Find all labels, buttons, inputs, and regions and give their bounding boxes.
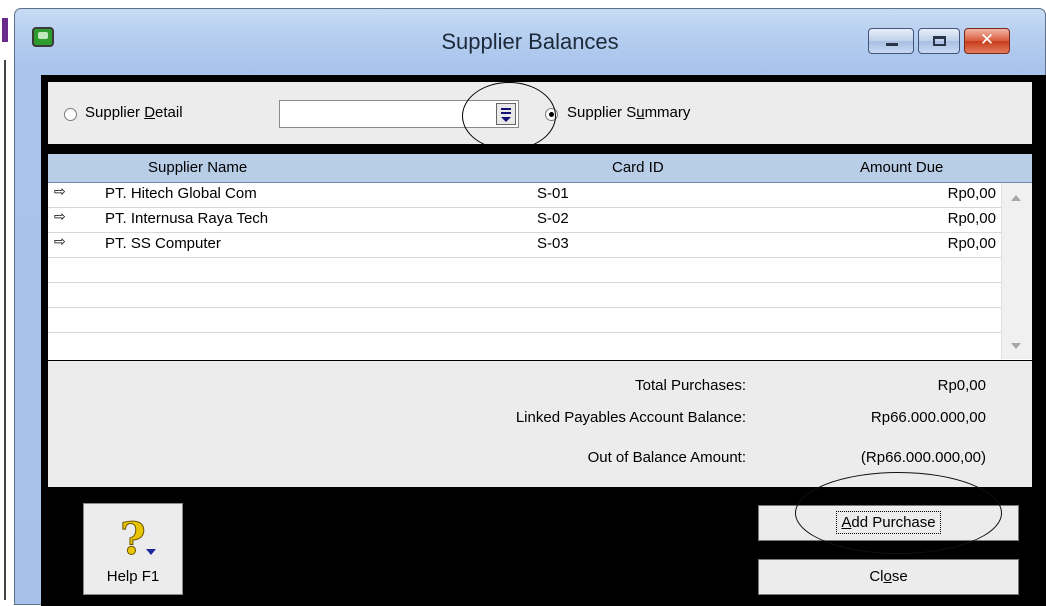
total-purchases-label: Total Purchases: xyxy=(635,377,746,394)
card-id: S-02 xyxy=(537,210,569,227)
column-header-card-id[interactable]: Card ID xyxy=(612,159,664,176)
minimize-button[interactable] xyxy=(868,28,914,54)
supplier-table: Supplier Name Card ID Amount Due ⇨ PT. H… xyxy=(48,154,1032,360)
label-part: mmary xyxy=(644,104,691,121)
table-row-empty xyxy=(48,283,1002,308)
supplier-name: PT. SS Computer xyxy=(105,235,221,252)
table-row[interactable]: ⇨ PT. Internusa Raya Tech S-02 Rp0,00 xyxy=(48,208,1002,233)
total-purchases-value: Rp0,00 xyxy=(937,377,986,394)
close-window-button[interactable]: ✕ xyxy=(964,28,1010,54)
table-row[interactable]: ⇨ PT. Hitech Global Com S-01 Rp0,00 xyxy=(48,183,1002,208)
column-header-amount-due[interactable]: Amount Due xyxy=(860,159,943,176)
supplier-balances-window: Supplier Balances ✕ Supplier Detail Supp… xyxy=(14,8,1046,606)
supplier-name: PT. Internusa Raya Tech xyxy=(105,210,269,227)
linked-payables-label: Linked Payables Account Balance: xyxy=(515,409,746,426)
arrow-right-icon[interactable]: ⇨ xyxy=(54,234,66,250)
totals-panel: Total Purchases: Rp0,00 Linked Payables … xyxy=(48,361,1032,487)
maximize-icon xyxy=(933,36,946,46)
supplier-detail-label[interactable]: Supplier Detail xyxy=(85,104,183,121)
label-part: Supplier xyxy=(85,104,145,121)
table-row[interactable]: ⇨ PT. SS Computer S-03 Rp0,00 xyxy=(48,233,1002,258)
close-icon: ✕ xyxy=(979,30,995,50)
label-part: se xyxy=(891,568,908,585)
title-bar[interactable]: Supplier Balances ✕ xyxy=(15,9,1045,67)
help-dropdown-icon xyxy=(146,549,156,555)
label-part: Cl xyxy=(869,568,884,585)
table-scrollbar[interactable] xyxy=(1001,183,1032,359)
maximize-button[interactable] xyxy=(918,28,960,54)
arrow-right-icon[interactable]: ⇨ xyxy=(54,209,66,225)
table-row-empty xyxy=(48,258,1002,283)
out-of-balance-label: Out of Balance Amount: xyxy=(587,449,746,466)
help-label: Help F1 xyxy=(106,568,160,585)
annotation-ellipse xyxy=(795,472,1002,554)
scroll-up-icon[interactable] xyxy=(1011,195,1021,201)
out-of-balance-value: (Rp66.000.000,00) xyxy=(860,449,986,466)
label-accesskey: o xyxy=(883,568,892,585)
background-marker xyxy=(2,18,8,42)
minimize-icon xyxy=(886,43,898,46)
supplier-detail-radio[interactable] xyxy=(64,108,77,121)
amount-due: Rp0,00 xyxy=(947,210,996,227)
background-border-line xyxy=(4,60,6,600)
label-accesskey: D xyxy=(144,104,156,121)
table-row-empty xyxy=(48,308,1002,333)
annotation-circle xyxy=(462,82,556,150)
arrow-right-icon[interactable]: ⇨ xyxy=(54,184,66,200)
card-id: S-01 xyxy=(537,185,569,202)
linked-payables-value: Rp66.000.000,00 xyxy=(870,409,986,426)
column-header-supplier-name[interactable]: Supplier Name xyxy=(148,159,247,176)
view-options-panel: Supplier Detail Supplier Summary xyxy=(48,82,1032,150)
card-id: S-03 xyxy=(537,235,569,252)
client-area: Supplier Detail Supplier Summary Supplie… xyxy=(41,75,1046,606)
help-question-icon: ? xyxy=(120,514,147,566)
supplier-summary-label[interactable]: Supplier Summary xyxy=(567,104,690,121)
label-part: Supplier S xyxy=(567,104,637,121)
help-button[interactable]: ? Help F1 xyxy=(83,503,183,595)
close-button[interactable]: Close xyxy=(758,559,1019,595)
scroll-down-icon[interactable] xyxy=(1011,343,1021,349)
label-part: etail xyxy=(155,104,183,121)
background-window-edge xyxy=(0,0,12,605)
label-accesskey: u xyxy=(636,104,645,121)
table-header: Supplier Name Card ID Amount Due xyxy=(48,154,1032,183)
amount-due: Rp0,00 xyxy=(947,235,996,252)
amount-due: Rp0,00 xyxy=(947,185,996,202)
supplier-name: PT. Hitech Global Com xyxy=(105,185,257,202)
